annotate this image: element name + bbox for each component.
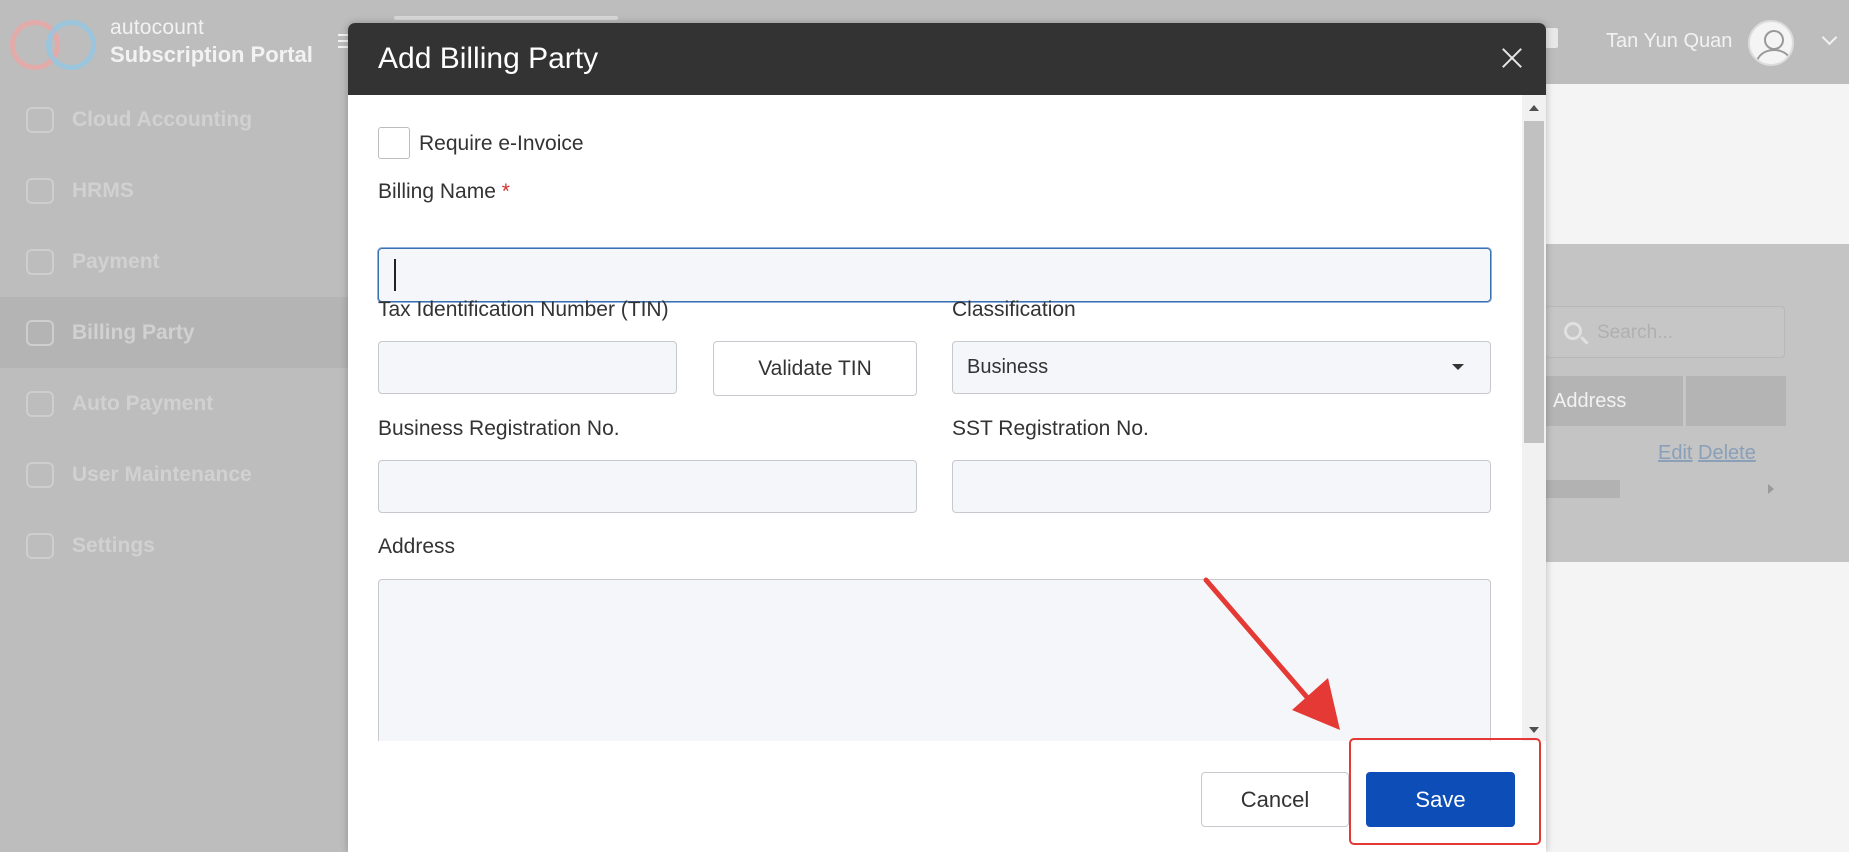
close-icon[interactable] xyxy=(1496,43,1528,75)
sidebar-item-label: HRMS xyxy=(72,178,134,202)
billing-name-label: Billing Name * xyxy=(378,180,510,203)
sidebar-item-label: Cloud Accounting xyxy=(72,107,253,131)
cancel-button[interactable]: Cancel xyxy=(1201,772,1349,827)
sidebar: Cloud Accounting HRMS Payment Billing Pa… xyxy=(0,84,348,852)
search-placeholder: Search... xyxy=(1597,322,1674,343)
gear-icon xyxy=(26,532,54,559)
user-name: Tan Yun Quan xyxy=(1606,30,1733,52)
sidebar-item-settings[interactable]: Settings xyxy=(0,510,348,581)
edit-link[interactable]: Edit xyxy=(1658,442,1692,465)
business-registration-label: Business Registration No. xyxy=(378,417,620,440)
sidebar-item-payment[interactable]: Payment xyxy=(0,226,348,297)
classification-label: Classification xyxy=(952,298,1076,321)
brand-name: autocount xyxy=(110,16,205,39)
tin-label: Tax Identification Number (TIN) xyxy=(378,298,669,321)
scroll-down-icon[interactable] xyxy=(1529,727,1539,733)
sidebar-item-label: Payment xyxy=(72,249,160,273)
modal-title: Add Billing Party xyxy=(378,42,599,75)
search-icon xyxy=(1564,322,1582,340)
modal-body: Require e-Invoice Billing Name * Tax Ide… xyxy=(348,95,1546,741)
required-mark: * xyxy=(501,180,510,203)
table-header-actions xyxy=(1686,376,1786,426)
add-billing-party-modal: Add Billing Party Require e-Invoice Bill… xyxy=(348,23,1546,852)
validate-tin-button[interactable]: Validate TIN xyxy=(713,341,917,396)
sst-registration-input[interactable] xyxy=(952,460,1491,513)
sidebar-item-cloud-accounting[interactable]: Cloud Accounting xyxy=(0,84,348,155)
cloud-people-icon xyxy=(26,177,54,204)
text-caret xyxy=(394,259,396,291)
classification-select[interactable]: Business xyxy=(952,341,1491,394)
table-horizontal-scrollbar[interactable] xyxy=(1545,480,1620,498)
business-registration-input[interactable] xyxy=(378,460,917,513)
modal-footer: Cancel Save xyxy=(348,741,1546,852)
table-header-address: Address xyxy=(1545,376,1685,426)
address-textarea[interactable] xyxy=(378,579,1491,741)
billing-icon xyxy=(26,319,54,346)
sidebar-item-user-maintenance[interactable]: User Maintenance xyxy=(0,439,348,510)
scroll-up-icon[interactable] xyxy=(1529,105,1539,111)
cloud-icon xyxy=(26,106,54,133)
modal-scroll-thumb[interactable] xyxy=(1524,121,1544,443)
sidebar-item-hrms[interactable]: HRMS xyxy=(0,155,348,226)
payment-icon xyxy=(26,248,54,275)
require-einvoice-label: Require e-Invoice xyxy=(419,132,584,155)
delete-link[interactable]: Delete xyxy=(1698,442,1756,465)
sst-registration-label: SST Registration No. xyxy=(952,417,1149,440)
user-icon xyxy=(26,461,54,488)
dropdown-caret-icon xyxy=(1452,364,1464,370)
sidebar-item-label: Auto Payment xyxy=(72,391,214,415)
brand-subtitle: Subscription Portal xyxy=(110,42,313,67)
topbar-tab xyxy=(394,16,618,20)
sidebar-item-auto-payment[interactable]: Auto Payment xyxy=(0,368,348,439)
avatar[interactable] xyxy=(1748,20,1794,66)
auto-payment-icon xyxy=(26,390,54,417)
classification-selected-value: Business xyxy=(967,356,1049,378)
sidebar-item-label: Billing Party xyxy=(72,320,195,344)
autocount-logo xyxy=(10,16,96,70)
require-einvoice-checkbox[interactable] xyxy=(378,127,410,159)
chevron-down-icon[interactable] xyxy=(1821,29,1838,46)
scroll-right-icon[interactable] xyxy=(1768,484,1774,494)
sidebar-item-label: User Maintenance xyxy=(72,462,252,486)
address-label: Address xyxy=(378,535,456,558)
sidebar-item-billing-party[interactable]: Billing Party xyxy=(0,297,348,368)
save-button[interactable]: Save xyxy=(1366,772,1515,827)
sidebar-item-label: Settings xyxy=(72,533,155,557)
billing-name-input[interactable] xyxy=(378,248,1491,302)
tin-input[interactable] xyxy=(378,341,677,394)
modal-header: Add Billing Party xyxy=(348,23,1546,95)
